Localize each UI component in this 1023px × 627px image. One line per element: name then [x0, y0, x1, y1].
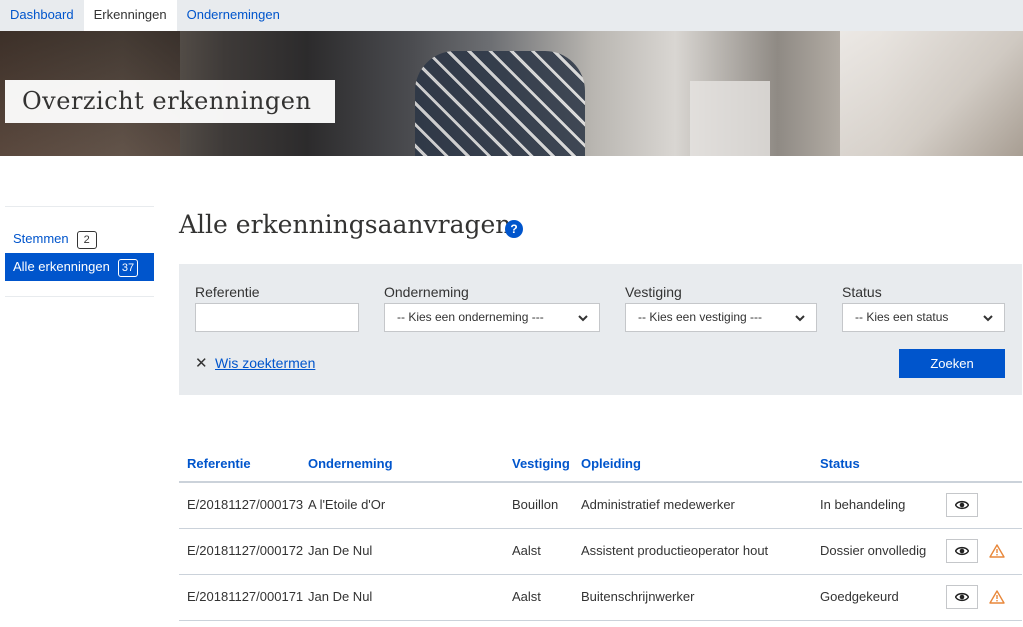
column-header-status[interactable]: Status	[820, 456, 860, 471]
warning-icon	[989, 544, 1005, 558]
tab-ondernemingen[interactable]: Ondernemingen	[177, 0, 290, 31]
section-title: Alle erkenningsaanvragen	[179, 210, 512, 239]
eye-icon	[955, 592, 969, 602]
table-row: E/20181127/000172 Jan De Nul Aalst Assis…	[179, 529, 1022, 575]
hero-banner: Overzicht erkenningen	[0, 31, 1023, 156]
filter-panel: Referentie Onderneming -- Kies een onder…	[179, 264, 1022, 395]
cell-status: Goedgekeurd	[820, 589, 899, 604]
onderneming-label: Onderneming	[384, 284, 469, 300]
status-label: Status	[842, 284, 882, 300]
column-header-onderneming[interactable]: Onderneming	[308, 456, 393, 471]
chevron-down-icon	[795, 315, 805, 322]
table-row: E/20181127/000171 Jan De Nul Aalst Buite…	[179, 575, 1022, 621]
onderneming-select-value: -- Kies een onderneming ---	[397, 310, 544, 324]
eye-icon	[955, 546, 969, 556]
view-button[interactable]	[946, 493, 978, 517]
vestiging-label: Vestiging	[625, 284, 682, 300]
sidebar-item-stemmen[interactable]: Stemmen 2	[5, 225, 154, 253]
referentie-input[interactable]	[195, 303, 359, 332]
hero-photo-monitor	[690, 81, 770, 156]
cell-status: In behandeling	[820, 497, 906, 512]
status-select[interactable]: -- Kies een status	[842, 303, 1005, 332]
view-button[interactable]	[946, 539, 978, 563]
warning-icon	[989, 590, 1005, 604]
vestiging-select[interactable]: -- Kies een vestiging ---	[625, 303, 817, 332]
column-header-opleiding[interactable]: Opleiding	[581, 456, 641, 471]
referentie-label: Referentie	[195, 284, 260, 300]
cell-onderneming: A l'Etoile d'Or	[308, 497, 386, 512]
eye-icon	[955, 500, 969, 510]
hero-photo-right	[840, 31, 1023, 156]
vestiging-select-value: -- Kies een vestiging ---	[638, 310, 763, 324]
cell-vestiging: Bouillon	[512, 497, 559, 512]
clear-filters-link[interactable]: Wis zoektermen	[215, 355, 315, 371]
tab-erkenningen[interactable]: Erkenningen	[83, 0, 177, 31]
column-header-vestiging[interactable]: Vestiging	[512, 456, 570, 471]
hero-photo-person	[415, 51, 585, 156]
search-button[interactable]: Zoeken	[899, 349, 1005, 378]
chevron-down-icon	[578, 315, 588, 322]
sidebar-divider	[5, 296, 154, 297]
top-nav: Dashboard Erkenningen Ondernemingen	[0, 0, 1023, 31]
cell-vestiging: Aalst	[512, 589, 541, 604]
tab-dashboard[interactable]: Dashboard	[0, 0, 84, 31]
cell-status: Dossier onvolledig	[820, 543, 927, 558]
cell-onderneming: Jan De Nul	[308, 589, 373, 604]
sidebar-item-label: Alle erkenningen	[13, 259, 110, 274]
cell-opleiding: Assistent productieoperator hout	[581, 543, 769, 558]
cell-vestiging: Aalst	[512, 543, 541, 558]
close-icon[interactable]: ✕	[195, 354, 209, 372]
cell-opleiding: Buitenschrijnwerker	[581, 589, 695, 604]
status-select-value: -- Kies een status	[855, 310, 949, 324]
cell-referentie: E/20181127/000173	[187, 497, 304, 512]
cell-opleiding: Administratief medewerker	[581, 497, 735, 512]
clear-filters: ✕ Wis zoektermen	[195, 354, 315, 372]
table-row: E/20181127/000173 A l'Etoile d'Or Bouill…	[179, 483, 1022, 529]
count-badge: 2	[76, 230, 97, 249]
sidebar-item-label: Stemmen	[13, 231, 69, 246]
sidebar: Stemmen 2 Alle erkenningen 37	[5, 206, 154, 297]
help-icon[interactable]: ?	[505, 220, 523, 238]
chevron-down-icon	[983, 315, 993, 322]
onderneming-select[interactable]: -- Kies een onderneming ---	[384, 303, 600, 332]
cell-referentie: E/20181127/000172	[187, 543, 304, 558]
cell-onderneming: Jan De Nul	[308, 543, 373, 558]
results-table: Referentie Onderneming Vestiging Opleidi…	[179, 448, 1022, 621]
view-button[interactable]	[946, 585, 978, 609]
column-header-referentie[interactable]: Referentie	[187, 456, 251, 471]
cell-referentie: E/20181127/000171	[187, 589, 304, 604]
table-header: Referentie Onderneming Vestiging Opleidi…	[179, 448, 1022, 483]
hero-title-box: Overzicht erkenningen	[5, 80, 335, 123]
page-title: Overzicht erkenningen	[22, 87, 312, 115]
sidebar-item-alle-erkenningen[interactable]: Alle erkenningen 37	[5, 253, 154, 281]
count-badge: 37	[117, 258, 139, 277]
